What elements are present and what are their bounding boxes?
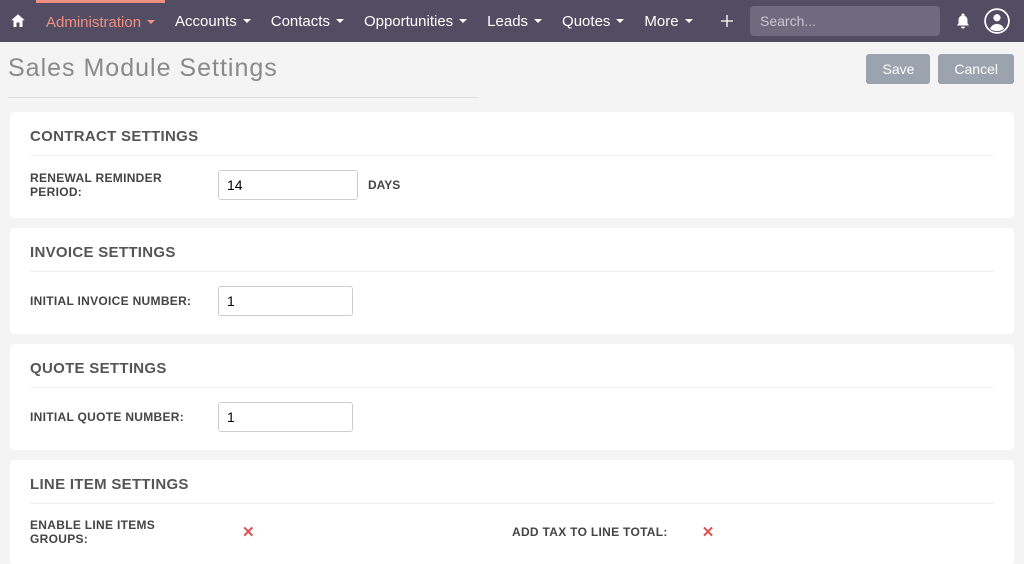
chevron-down-icon [685, 19, 693, 23]
chevron-down-icon [459, 19, 467, 23]
field-label: INITIAL QUOTE NUMBER: [30, 410, 208, 424]
search-input[interactable] [760, 13, 941, 29]
global-search[interactable] [750, 6, 940, 36]
lineitem-settings-panel: LINE ITEM SETTINGS ENABLE LINE ITEMS GRO… [10, 460, 1014, 564]
user-avatar-button[interactable] [980, 4, 1014, 38]
unit-label: DAYS [368, 178, 400, 192]
quick-create-button[interactable] [710, 4, 744, 38]
menu-label: Opportunities [364, 13, 453, 30]
chevron-down-icon [147, 20, 155, 24]
main-menu: Administration Accounts Contacts Opportu… [36, 0, 703, 42]
enable-groups-toggle[interactable]: ✕ [242, 523, 255, 541]
page-title: Sales Module Settings [8, 54, 478, 98]
menu-more[interactable]: More [634, 0, 702, 42]
panel-heading: LINE ITEM SETTINGS [30, 476, 994, 504]
field-label: ADD TAX TO LINE TOTAL: [512, 525, 668, 539]
menu-label: Accounts [175, 13, 237, 30]
menu-leads[interactable]: Leads [477, 0, 552, 42]
menu-label: More [644, 13, 678, 30]
menu-accounts[interactable]: Accounts [165, 0, 261, 42]
menu-label: Leads [487, 13, 528, 30]
initial-quote-row: INITIAL QUOTE NUMBER: [30, 402, 994, 432]
home-button[interactable] [0, 0, 36, 42]
menu-administration[interactable]: Administration [36, 0, 165, 42]
invoice-settings-panel: INVOICE SETTINGS INITIAL INVOICE NUMBER: [10, 228, 1014, 334]
menu-opportunities[interactable]: Opportunities [354, 0, 477, 42]
add-tax-row: ADD TAX TO LINE TOTAL: ✕ [512, 518, 994, 546]
field-label: ENABLE LINE ITEMS GROUPS: [30, 518, 208, 546]
panel-heading: QUOTE SETTINGS [30, 360, 994, 388]
initial-invoice-row: INITIAL INVOICE NUMBER: [30, 286, 994, 316]
contract-settings-panel: CONTRACT SETTINGS RENEWAL REMINDER PERIO… [10, 112, 1014, 218]
enable-groups-row: ENABLE LINE ITEMS GROUPS: ✕ [30, 518, 512, 546]
cancel-button[interactable]: Cancel [938, 54, 1014, 84]
chevron-down-icon [243, 19, 251, 23]
add-tax-toggle[interactable]: ✕ [702, 523, 715, 541]
save-button[interactable]: Save [866, 54, 930, 84]
chevron-down-icon [616, 19, 624, 23]
panel-heading: CONTRACT SETTINGS [30, 128, 994, 156]
chevron-down-icon [336, 19, 344, 23]
page-actions: Save Cancel [866, 54, 1014, 84]
notifications-button[interactable] [946, 4, 980, 38]
renewal-reminder-input[interactable] [218, 170, 358, 200]
panel-heading: INVOICE SETTINGS [30, 244, 994, 272]
top-navbar: Administration Accounts Contacts Opportu… [0, 0, 1024, 42]
field-label: RENEWAL REMINDER PERIOD: [30, 171, 208, 199]
initial-quote-input[interactable] [218, 402, 353, 432]
lineitem-fields: ENABLE LINE ITEMS GROUPS: ✕ ADD TAX TO L… [30, 518, 994, 546]
renewal-reminder-row: RENEWAL REMINDER PERIOD: DAYS [30, 170, 994, 200]
menu-label: Administration [46, 14, 141, 31]
initial-invoice-input[interactable] [218, 286, 353, 316]
quote-settings-panel: QUOTE SETTINGS INITIAL QUOTE NUMBER: [10, 344, 1014, 450]
chevron-down-icon [534, 19, 542, 23]
menu-contacts[interactable]: Contacts [261, 0, 354, 42]
field-label: INITIAL INVOICE NUMBER: [30, 294, 208, 308]
menu-label: Quotes [562, 13, 610, 30]
page-header: Sales Module Settings Save Cancel [0, 42, 1024, 106]
menu-label: Contacts [271, 13, 330, 30]
menu-quotes[interactable]: Quotes [552, 0, 634, 42]
